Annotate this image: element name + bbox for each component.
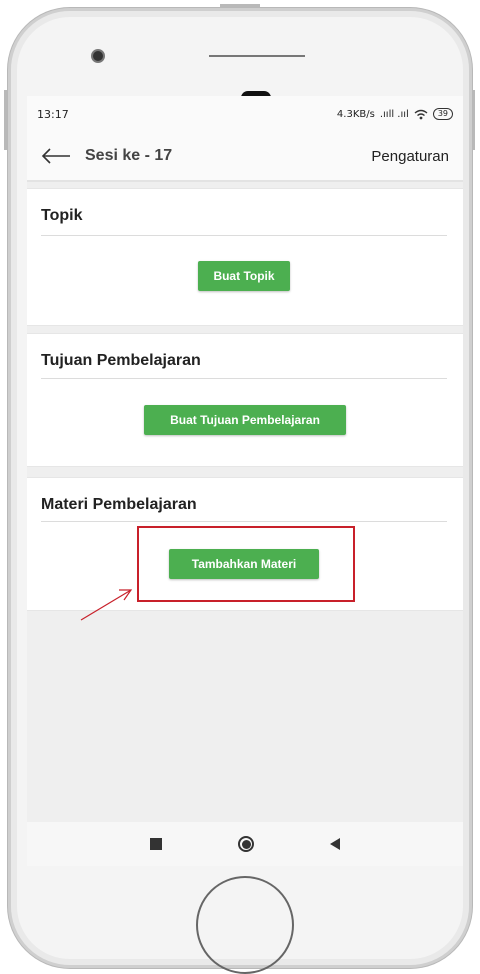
status-bar: 13:17 4.3KB/s .ııll .ııl 39 — [27, 96, 463, 132]
android-nav-bar — [27, 822, 463, 866]
page-title: Sesi ke - 17 — [85, 147, 173, 164]
phone-left-button — [4, 90, 7, 150]
buat-tujuan-pembelajaran-button[interactable]: Buat Tujuan Pembelajaran — [144, 405, 346, 435]
arrow-left-icon[interactable] — [41, 148, 71, 164]
section-tujuan-pembelajaran: Tujuan Pembelajaran Buat Tujuan Pembelaj… — [27, 333, 463, 467]
triangle-back-icon[interactable] — [330, 838, 340, 850]
battery-icon: 39 — [432, 108, 453, 120]
phone-top-button — [220, 4, 260, 7]
phone-home-button[interactable] — [196, 876, 294, 974]
annotation-arrow-icon — [80, 589, 133, 621]
section-divider — [41, 235, 447, 236]
app-bar-left: Sesi ke - 17 — [41, 147, 172, 165]
phone-right-button — [472, 90, 475, 150]
buat-topik-button[interactable]: Buat Topik — [198, 261, 290, 291]
section-divider — [41, 521, 447, 522]
camera-icon — [91, 49, 105, 63]
annotation-highlight-box — [137, 526, 355, 602]
section-divider — [41, 378, 447, 379]
section-title: Materi Pembelajaran — [41, 496, 197, 513]
status-indicators: 4.3KB/s .ııll .ııl 39 — [337, 108, 453, 120]
section-topik: Topik Buat Topik — [27, 188, 463, 326]
circle-icon[interactable] — [238, 836, 254, 852]
speaker-grille — [209, 55, 305, 57]
app-bar: Sesi ke - 17 Pengaturan — [27, 132, 463, 182]
wifi-icon — [414, 109, 428, 119]
network-speed: 4.3KB/s — [336, 108, 375, 120]
square-icon[interactable] — [150, 838, 162, 850]
settings-link[interactable]: Pengaturan — [371, 148, 449, 165]
section-title: Topik — [41, 207, 83, 224]
app-screen: 13:17 4.3KB/s .ııll .ııl 39 Sesi ke - 17… — [27, 96, 463, 866]
status-time: 13:17 — [37, 107, 69, 121]
section-title: Tujuan Pembelajaran — [41, 352, 201, 369]
signal-icon: .ııll .ııl — [379, 108, 409, 120]
